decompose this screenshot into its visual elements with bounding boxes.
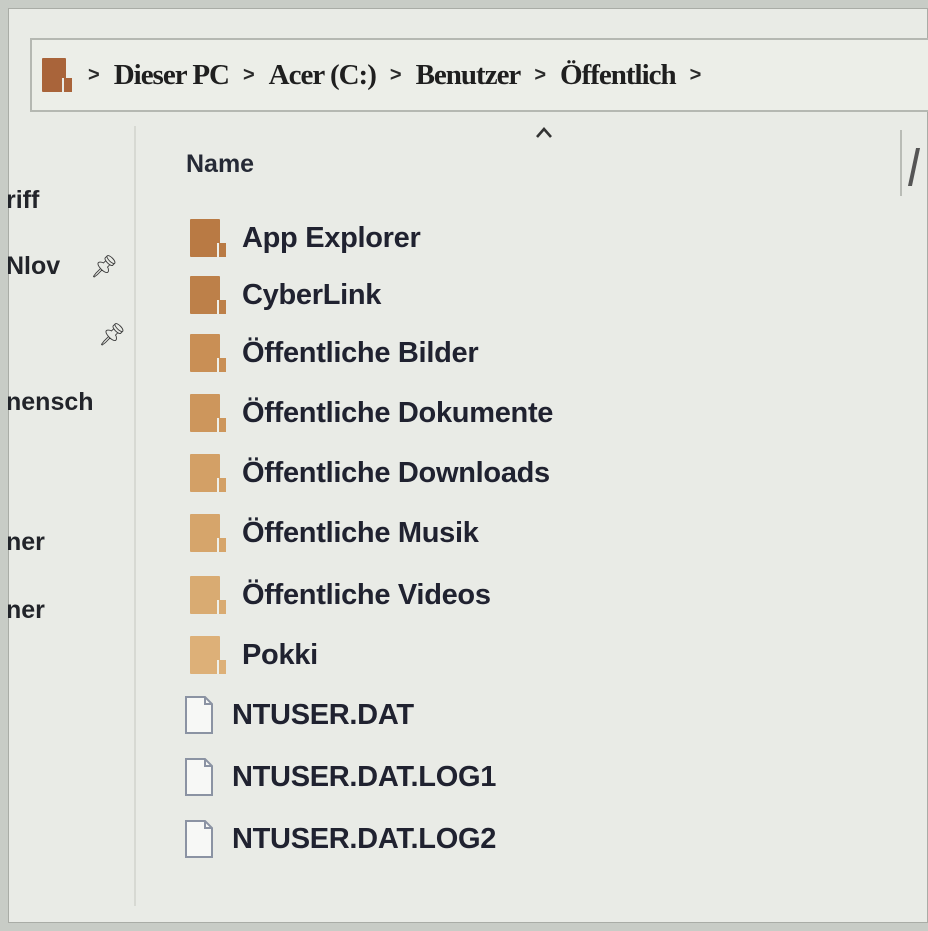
folder-row[interactable]: Öffentliche Dokumente [184, 388, 553, 438]
nav-item[interactable]: ner [8, 596, 45, 625]
column-header-name[interactable]: Name [186, 150, 254, 179]
folder-icon [190, 514, 226, 552]
file-row[interactable]: NTUSER.DAT [184, 690, 414, 740]
folder-icon [190, 576, 226, 614]
folder-icon-body [190, 394, 220, 432]
folder-icon-body [190, 334, 220, 372]
document-outline [185, 758, 213, 796]
breadcrumb-benutzer[interactable]: Benutzer [416, 59, 522, 92]
document-icon [184, 757, 214, 797]
folder-row[interactable]: Öffentliche Bilder [184, 328, 479, 378]
navigation-pane: riff Nlov 📌︎ 📌︎ nensch ner ner [8, 126, 134, 906]
breadcrumb-chevron-icon[interactable]: > [243, 64, 255, 87]
folder-icon-tab [217, 358, 226, 372]
folder-row[interactable]: CyberLink [184, 270, 381, 320]
document-icon-shape [185, 696, 213, 734]
file-name-label: Pokki [242, 638, 318, 671]
folder-icon-tab [62, 78, 72, 92]
file-name-label: Öffentliche Downloads [242, 456, 550, 489]
column-divider[interactable] [900, 130, 902, 196]
folder-icon-tab [217, 300, 226, 314]
sort-ascending-icon[interactable] [535, 124, 553, 142]
folder-icon-tab [217, 538, 226, 552]
folder-icon [190, 219, 226, 257]
breadcrumb-chevron-icon[interactable]: > [390, 64, 402, 87]
folder-icon [190, 636, 226, 674]
nav-item[interactable]: ner [8, 528, 45, 557]
document-icon-shape [185, 820, 213, 858]
folder-icon-tab [217, 478, 226, 492]
next-column-header-edge [907, 148, 921, 186]
breadcrumb-chevron-icon[interactable]: > [88, 64, 100, 87]
folder-icon [190, 276, 226, 314]
folder-icon [190, 334, 226, 372]
document-icon [184, 695, 214, 735]
document-outline [185, 696, 213, 734]
nav-item[interactable]: Nlov [8, 252, 60, 281]
folder-icon-body [190, 514, 220, 552]
file-name-label: CyberLink [242, 278, 382, 311]
folder-row[interactable]: App Explorer [184, 213, 421, 263]
folder-icon-body [190, 219, 220, 257]
folder-icon-tab [217, 660, 226, 674]
folder-icon-body [190, 636, 220, 674]
breadcrumb-chevron-icon[interactable]: > [534, 64, 546, 87]
folder-row[interactable]: Öffentliche Downloads [184, 448, 550, 498]
folder-row[interactable]: Pokki [184, 630, 318, 680]
file-explorer-window: > Dieser PC > Acer (C:) > Benutzer > Öff… [8, 8, 928, 923]
nav-item[interactable]: riff [8, 186, 39, 215]
folder-icon-tab [217, 600, 226, 614]
folder-icon [190, 454, 226, 492]
breadcrumb-dieser-pc[interactable]: Dieser PC [114, 59, 230, 92]
document-icon-shape [185, 758, 213, 796]
file-row[interactable]: NTUSER.DAT.LOG2 [184, 814, 496, 864]
file-name-label: NTUSER.DAT.LOG2 [232, 822, 497, 855]
folder-row[interactable]: Öffentliche Musik [184, 508, 479, 558]
address-bar[interactable]: > Dieser PC > Acer (C:) > Benutzer > Öff… [30, 38, 928, 112]
folder-icon [42, 58, 72, 92]
folder-icon-tab [217, 418, 226, 432]
file-name-label: Öffentliche Videos [242, 578, 491, 611]
file-name-label: NTUSER.DAT [232, 698, 414, 731]
folder-row[interactable]: Öffentliche Videos [184, 570, 491, 620]
document-icon [184, 819, 214, 859]
breadcrumb-acer-c[interactable]: Acer (C:) [269, 59, 377, 92]
file-name-label: App Explorer [242, 221, 421, 254]
breadcrumb-oeffentlich[interactable]: Öffentlich [560, 59, 677, 92]
breadcrumb-chevron-icon[interactable]: > [690, 64, 702, 87]
folder-icon-body [190, 576, 220, 614]
folder-icon [190, 394, 226, 432]
file-row[interactable]: NTUSER.DAT.LOG1 [184, 752, 496, 802]
file-name-label: Öffentliche Dokumente [242, 396, 554, 429]
file-name-label: Öffentliche Bilder [242, 336, 479, 369]
folder-icon-body [190, 276, 220, 314]
pin-icon[interactable]: 📌︎ [90, 254, 118, 280]
nav-item[interactable]: nensch [8, 388, 94, 417]
file-name-label: Öffentliche Musik [242, 516, 479, 549]
folder-icon-body [190, 454, 220, 492]
sort-caret-shape [536, 127, 552, 138]
pin-icon[interactable]: 📌︎ [98, 322, 126, 348]
file-name-label: NTUSER.DAT.LOG1 [232, 760, 497, 793]
pane-divider[interactable] [134, 126, 136, 906]
folder-icon-tab [217, 243, 226, 257]
document-outline [185, 820, 213, 858]
